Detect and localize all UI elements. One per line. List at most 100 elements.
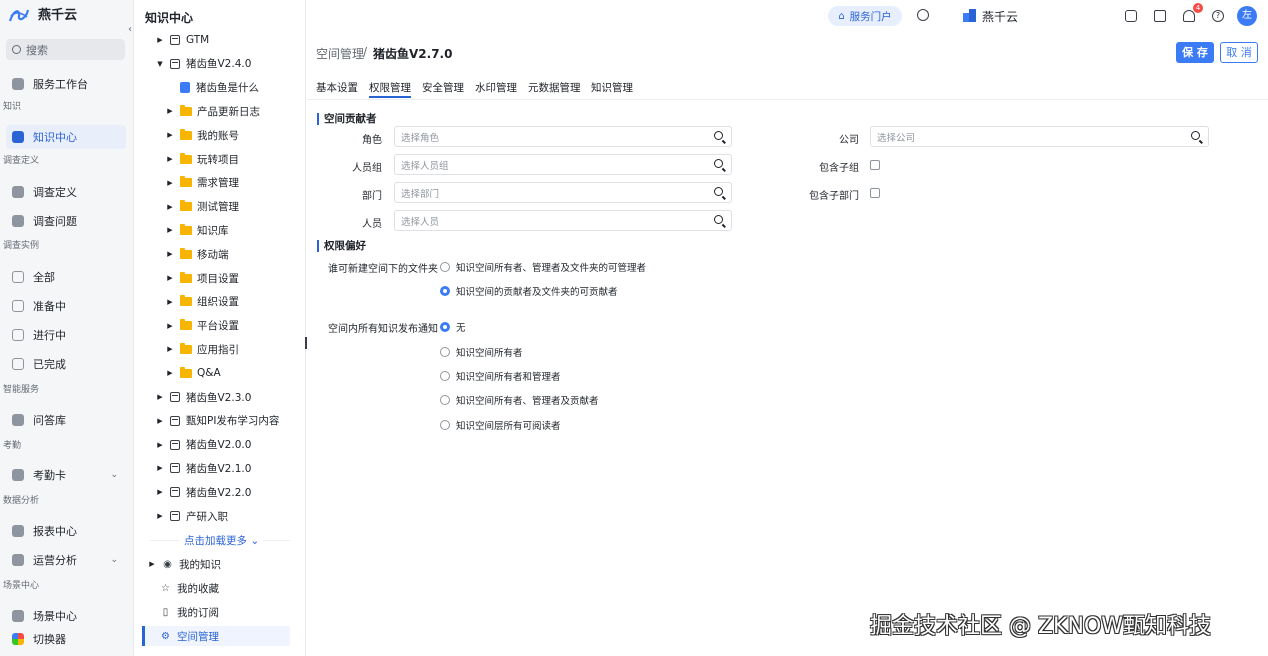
tree-bottom-item[interactable]: ⚙ 空间管理 bbox=[160, 625, 219, 647]
tree-node[interactable]: ▶ GTM bbox=[156, 29, 209, 51]
nav-item[interactable]: 调查定义 bbox=[6, 180, 126, 204]
tree-node[interactable]: ▶ 猪齿鱼V2.1.0 bbox=[156, 457, 251, 479]
caret-right-icon[interactable]: ▶ bbox=[148, 560, 156, 568]
caret-right-icon[interactable]: ▶ bbox=[166, 250, 174, 258]
caret-right-icon[interactable]: ▶ bbox=[166, 345, 174, 353]
tree-node[interactable]: ▶ 猪齿鱼V2.0.0 bbox=[156, 434, 251, 456]
tree-bottom-item[interactable]: ▶ ◉ 我的知识 bbox=[148, 553, 221, 575]
caret-right-icon[interactable]: ▶ bbox=[166, 179, 174, 187]
caret-right-icon[interactable]: ▶ bbox=[166, 298, 174, 306]
tree-node[interactable]: ▶ 产研入职 bbox=[156, 505, 228, 527]
radio-option[interactable]: 知识空间所有者、管理者及贡献者 bbox=[440, 393, 599, 407]
avatar[interactable]: 左 bbox=[1237, 6, 1257, 26]
cancel-button[interactable]: 取 消 bbox=[1220, 42, 1258, 63]
caret-down-icon[interactable]: ▼ bbox=[156, 60, 164, 68]
nav-item[interactable]: 运营分析 ⌄ bbox=[6, 548, 126, 572]
resize-handle[interactable] bbox=[305, 337, 307, 349]
radio-button[interactable] bbox=[440, 286, 450, 296]
tree-node[interactable]: ▶ 项目设置 bbox=[166, 267, 239, 289]
caret-right-icon[interactable]: ▶ bbox=[166, 274, 174, 282]
radio-option[interactable]: 无 bbox=[440, 320, 466, 334]
radio-option[interactable]: 知识空间层所有可阅读者 bbox=[440, 418, 561, 432]
search-input[interactable]: 搜索 bbox=[6, 39, 125, 60]
caret-right-icon[interactable]: ▶ bbox=[166, 131, 174, 139]
caret-right-icon[interactable]: ▶ bbox=[156, 441, 164, 449]
tree-node[interactable]: ▶ 需求管理 bbox=[166, 172, 239, 194]
caret-right-icon[interactable]: ▶ bbox=[166, 322, 174, 330]
search-icon[interactable] bbox=[917, 9, 929, 21]
tab-5[interactable]: 知识管理 bbox=[591, 80, 633, 98]
tab-1[interactable]: 权限管理 bbox=[369, 80, 411, 98]
tab-0[interactable]: 基本设置 bbox=[316, 80, 358, 98]
tree-node[interactable]: ▶ 平台设置 bbox=[166, 315, 239, 337]
tree-node[interactable]: ▶ 产品更新日志 bbox=[166, 100, 260, 122]
caret-right-icon[interactable]: ▶ bbox=[156, 488, 164, 496]
nav-item[interactable]: 报表中心 bbox=[6, 519, 126, 543]
nav-item[interactable]: 全部 bbox=[6, 265, 126, 289]
caret-right-icon[interactable]: ▶ bbox=[156, 393, 164, 401]
tree-node[interactable]: ▶ 组织设置 bbox=[166, 291, 239, 313]
caret-right-icon[interactable]: ▶ bbox=[166, 226, 174, 234]
bell-icon[interactable] bbox=[1183, 10, 1195, 22]
field-input[interactable]: 选择部门 bbox=[394, 182, 732, 203]
calendar-icon[interactable] bbox=[1154, 10, 1166, 22]
nav-item[interactable]: 问答库 bbox=[6, 408, 126, 432]
field-input[interactable]: 选择人员组 bbox=[394, 154, 732, 175]
checkbox[interactable] bbox=[870, 188, 880, 198]
nav-item[interactable]: 知识中心 bbox=[6, 125, 126, 149]
nav-item[interactable]: 切换器 bbox=[6, 627, 126, 651]
tree-node[interactable]: ▶ 我的账号 bbox=[166, 124, 239, 146]
radio-button[interactable] bbox=[440, 371, 450, 381]
tree-node[interactable]: ▶ 玩转项目 bbox=[166, 148, 239, 170]
radio-button[interactable] bbox=[440, 347, 450, 357]
tree-node[interactable]: ▶ 知识库 bbox=[166, 219, 229, 241]
tree-node[interactable]: 猪齿鱼是什么 bbox=[166, 77, 259, 99]
nav-item[interactable]: 准备中 bbox=[6, 294, 126, 318]
nav-item[interactable]: 已完成 bbox=[6, 352, 126, 376]
tree-node[interactable]: ▶ 应用指引 bbox=[166, 338, 239, 360]
company-input[interactable]: 选择公司 bbox=[870, 126, 1209, 147]
nav-item[interactable]: 进行中 bbox=[6, 323, 126, 347]
tree-bottom-item[interactable]: ▯ 我的订阅 bbox=[160, 601, 219, 623]
caret-right-icon[interactable]: ▶ bbox=[166, 107, 174, 115]
caret-right-icon[interactable]: ▶ bbox=[166, 369, 174, 377]
tab-3[interactable]: 水印管理 bbox=[475, 80, 517, 98]
radio-option[interactable]: 知识空间所有者 bbox=[440, 345, 523, 359]
nav-item[interactable]: 调查问题 bbox=[6, 209, 126, 233]
tab-4[interactable]: 元数据管理 bbox=[528, 80, 581, 98]
caret-right-icon[interactable]: ▶ bbox=[156, 464, 164, 472]
radio-button[interactable] bbox=[440, 420, 450, 430]
checkbox[interactable] bbox=[870, 160, 880, 170]
tree-bottom-item[interactable]: ☆ 我的收藏 bbox=[160, 577, 219, 599]
nav-item[interactable]: 场景中心 bbox=[6, 604, 126, 628]
tree-node[interactable]: ▶ 测试管理 bbox=[166, 196, 239, 218]
caret-right-icon[interactable]: ▶ bbox=[156, 417, 164, 425]
nav-item[interactable]: 考勤卡 ⌄ bbox=[6, 463, 126, 487]
tree-node[interactable]: ▶ 移动端 bbox=[166, 243, 229, 265]
tree-node[interactable]: ▶ Q&A bbox=[166, 362, 221, 384]
tree-node[interactable]: ▶ 猪齿鱼V2.3.0 bbox=[156, 386, 251, 408]
save-button[interactable]: 保 存 bbox=[1176, 42, 1214, 63]
nav-item[interactable]: 服务工作台 bbox=[6, 72, 126, 96]
radio-button[interactable] bbox=[440, 322, 450, 332]
settings-icon[interactable] bbox=[1125, 10, 1137, 22]
caret-right-icon[interactable]: ▶ bbox=[166, 203, 174, 211]
help-icon[interactable]: ? bbox=[1212, 10, 1224, 22]
tab-2[interactable]: 安全管理 bbox=[422, 80, 464, 98]
caret-right-icon[interactable]: ▶ bbox=[156, 36, 164, 44]
caret-right-icon[interactable]: ▶ bbox=[156, 512, 164, 520]
tree-node[interactable]: ▶ 甄知PI发布学习内容 bbox=[156, 410, 279, 432]
field-input[interactable]: 选择角色 bbox=[394, 126, 732, 147]
radio-button[interactable] bbox=[440, 262, 450, 272]
service-portal-button[interactable]: ⌂ 服务门户 bbox=[828, 6, 902, 26]
load-more-link[interactable]: 点击加载更多 ⌄ bbox=[180, 533, 264, 548]
radio-option[interactable]: 知识空间所有者、管理者及文件夹的可管理者 bbox=[440, 260, 646, 274]
tree-node[interactable]: ▼ 猪齿鱼V2.4.0 bbox=[156, 53, 251, 75]
radio-option[interactable]: 知识空间的贡献者及文件夹的可贡献者 bbox=[440, 284, 618, 298]
radio-option[interactable]: 知识空间所有者和管理者 bbox=[440, 369, 561, 383]
field-input[interactable]: 选择人员 bbox=[394, 210, 732, 231]
breadcrumb-parent[interactable]: 空间管理 bbox=[316, 45, 364, 62]
caret-right-icon[interactable]: ▶ bbox=[166, 155, 174, 163]
tree-node[interactable]: ▶ 猪齿鱼V2.2.0 bbox=[156, 481, 251, 503]
radio-button[interactable] bbox=[440, 395, 450, 405]
